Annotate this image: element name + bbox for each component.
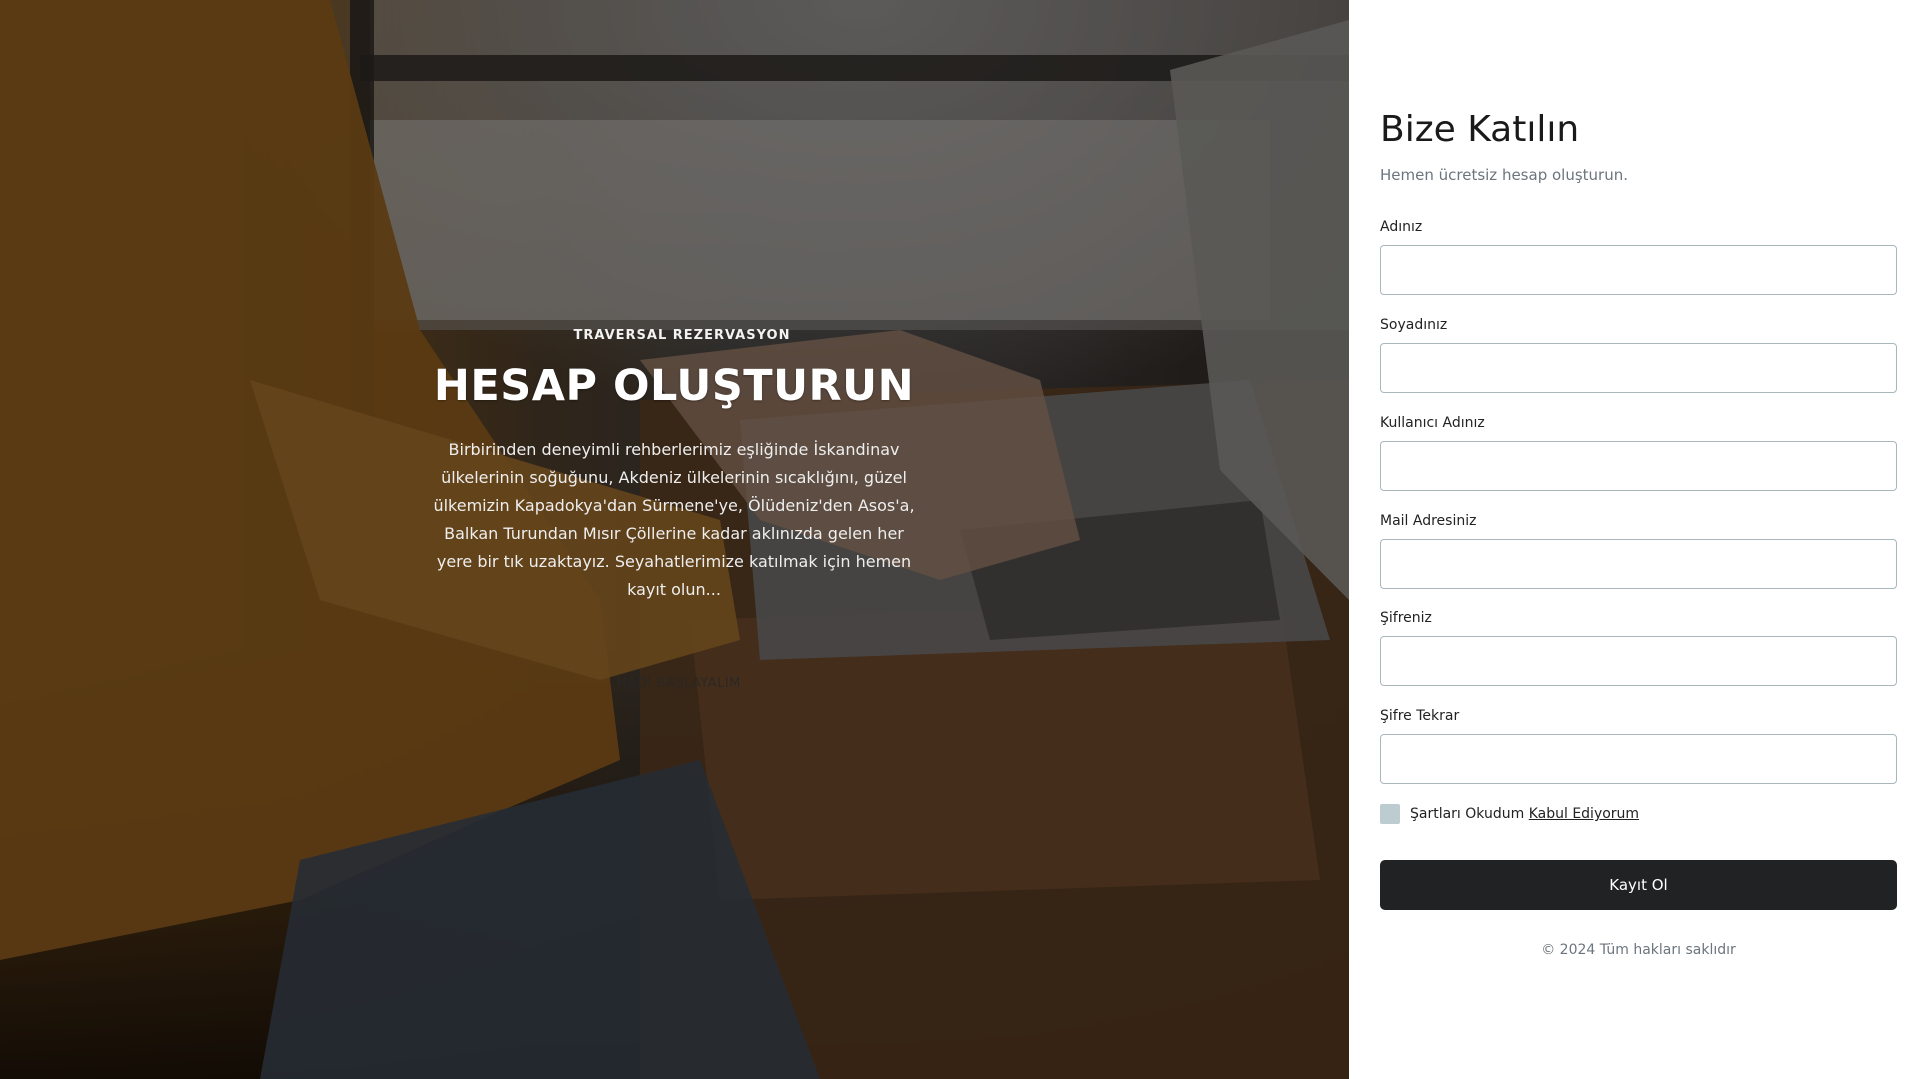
first-name-input[interactable] [1380,245,1897,295]
field-last-name: Soyadınız [1380,317,1897,393]
password-repeat-input[interactable] [1380,734,1897,784]
first-name-label: Adınız [1380,219,1423,235]
last-name-input[interactable] [1380,343,1897,393]
register-panel: Bize Katılın Hemen ücretsiz hesap oluştu… [1349,0,1919,1079]
field-password-repeat: Şifre Tekrar [1380,708,1897,784]
email-label: Mail Adresiniz [1380,513,1477,529]
form-title: Bize Katılın [1380,109,1580,150]
last-name-label: Soyadınız [1380,317,1448,333]
terms-row: Şartları Okudum Kabul Ediyorum [1380,804,1639,824]
form-subtitle: Hemen ücretsiz hesap oluşturun. [1380,166,1628,184]
terms-checkbox[interactable] [1380,804,1400,824]
hero-panel: TRAVERSAL REZERVASYON HESAP OLUŞTURUN Bi… [0,0,1349,1079]
email-input[interactable] [1380,539,1897,589]
hero-content: TRAVERSAL REZERVASYON HESAP OLUŞTURUN Bi… [424,328,924,692]
username-label: Kullanıcı Adınız [1380,415,1485,431]
field-first-name: Adınız [1380,219,1897,295]
hero-title: HESAP OLUŞTURUN [433,361,915,411]
field-password: Şifreniz [1380,610,1897,686]
hero-description: Birbirinden deneyimli rehberlerimiz eşli… [433,440,915,600]
field-email: Mail Adresiniz [1380,513,1897,589]
password-repeat-label: Şifre Tekrar [1380,708,1460,724]
hero-kicker: TRAVERSAL REZERVASYON [573,328,791,343]
password-input[interactable] [1380,636,1897,686]
terms-label: Şartları Okudum [1410,806,1525,822]
password-label: Şifreniz [1380,610,1432,626]
register-form: Bize Katılın Hemen ücretsiz hesap oluştu… [1380,108,1897,958]
register-button[interactable]: Kayıt Ol [1380,860,1897,910]
hero-cta-link[interactable]: HADİ BAŞLAYALIM [617,676,741,691]
field-username: Kullanıcı Adınız [1380,415,1897,491]
username-input[interactable] [1380,441,1897,491]
terms-text: Şartları Okudum Kabul Ediyorum [1410,806,1639,822]
terms-accept-link[interactable]: Kabul Ediyorum [1529,806,1639,822]
copyright-footer: © 2024 Tüm hakları saklıdır [1541,942,1736,958]
